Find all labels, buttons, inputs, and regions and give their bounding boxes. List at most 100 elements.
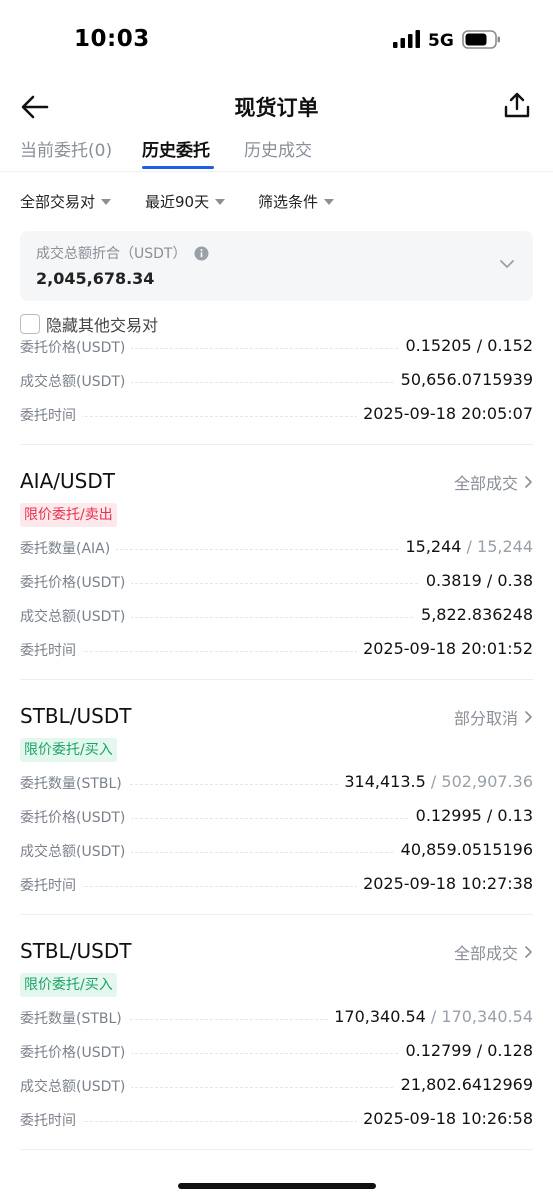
price-value: 0.3819 / 0.38 (419, 571, 533, 590)
order-pair[interactable]: STBL/USDT (20, 704, 131, 728)
status-time: 10:03 (74, 26, 150, 52)
export-icon[interactable] (503, 91, 531, 119)
summary-value: 2,045,678.34 (36, 269, 155, 288)
order-detail-row: 委托价格(USDT) 0.3819 / 0.38 (20, 571, 533, 594)
order-pair[interactable]: STBL/USDT (20, 939, 131, 963)
quantity-value: 15,244 / 15,244 (399, 537, 533, 556)
price-label: 委托价格(USDT) (20, 1042, 132, 1062)
price-value: 0.12799 / 0.128 (399, 1041, 533, 1060)
order-status: 部分取消 (453, 709, 518, 728)
price-label: 委托价格(USDT) (20, 807, 132, 827)
summary-label-row: 成交总额折合（USDT） (36, 243, 209, 263)
order-pair[interactable]: AIA/USDT (20, 469, 115, 493)
quantity-label: 委托数量(STBL) (20, 1008, 128, 1028)
quantity-total: / 15,244 (466, 537, 533, 556)
order-detail-row: 委托价格(USDT) 0.12995 / 0.13 (20, 806, 533, 829)
quantity-filled: 170,340.54 (334, 1007, 426, 1026)
nav-bar: 现货订单 (0, 80, 553, 132)
filter-bar: 全部交易对 最近90天 筛选条件 (0, 188, 553, 216)
total-value: 50,656.0715939 (394, 370, 533, 389)
price-value: 0.15205 / 0.152 (399, 336, 533, 355)
signal-icon (393, 30, 420, 48)
order-detail-row: 委托时间 2025-09-18 20:05:07 (20, 404, 533, 427)
caret-down-icon (324, 198, 335, 205)
quantity-total: / 170,340.54 (430, 1007, 533, 1026)
total-label: 成交总额(USDT) (20, 1076, 132, 1096)
chevron-down-icon[interactable] (499, 258, 515, 270)
order-detail-row: 委托时间 2025-09-18 10:27:38 (20, 874, 533, 897)
chevron-right-icon (525, 711, 532, 723)
tab-order-history[interactable]: 历史委托 (142, 136, 210, 161)
order-detail-row: 成交总额(USDT) 50,656.0715939 (20, 370, 533, 393)
order-divider (20, 444, 533, 445)
active-tab-indicator (142, 166, 214, 169)
order-divider (20, 1149, 533, 1150)
caret-down-icon (101, 198, 112, 205)
order-status: 全部成交 (453, 474, 518, 493)
battery-icon (462, 30, 500, 49)
order-divider (20, 914, 533, 915)
chevron-right-icon (525, 476, 532, 488)
time-filter-dropdown[interactable]: 最近90天 (145, 191, 226, 212)
tab-current-orders[interactable]: 当前委托(0) (20, 136, 112, 161)
order-tabs: 当前委托(0) 历史委托 历史成交 (0, 132, 553, 172)
time-label: 委托时间 (20, 405, 82, 425)
order-detail-row: 委托价格(USDT) 0.15205 / 0.152 (20, 336, 533, 359)
order-detail-row: 委托时间 2025-09-18 10:26:58 (20, 1109, 533, 1132)
price-value: 0.12995 / 0.13 (409, 806, 533, 825)
total-value: 5,822.836248 (415, 605, 533, 624)
order-detail-row: 委托数量(AIA) 15,244 / 15,244 (20, 537, 533, 560)
hide-other-pairs-label: 隐藏其他交易对 (46, 316, 159, 335)
order-status-link[interactable]: 部分取消 (454, 705, 533, 729)
total-label: 成交总额(USDT) (20, 606, 132, 626)
order-type-tag: 限价委托/买入 (20, 738, 117, 762)
summary-label: 成交总额折合（USDT） (36, 246, 187, 262)
chevron-right-icon (525, 946, 532, 958)
hide-other-pairs-checkbox[interactable] (20, 314, 40, 334)
caret-down-icon (215, 198, 226, 205)
order-detail-row: 成交总额(USDT) 40,859.0515196 (20, 840, 533, 863)
conditions-filter-label: 筛选条件 (258, 193, 319, 211)
time-value: 2025-09-18 20:05:07 (357, 404, 533, 423)
page-title: 现货订单 (234, 96, 319, 120)
order-status: 全部成交 (453, 944, 518, 963)
network-label: 5G (428, 31, 454, 51)
conditions-filter-dropdown[interactable]: 筛选条件 (258, 191, 335, 212)
hide-other-pairs-toggle[interactable]: 隐藏其他交易对 (20, 312, 158, 336)
quantity-value: 170,340.54 / 170,340.54 (328, 1007, 533, 1026)
pair-filter-label: 全部交易对 (20, 193, 96, 211)
tab-trade-history[interactable]: 历史成交 (244, 136, 312, 161)
order-status-link[interactable]: 全部成交 (454, 470, 533, 494)
time-label: 委托时间 (20, 640, 82, 660)
order-type-tag: 限价委托/卖出 (20, 503, 117, 527)
home-indicator[interactable] (178, 1183, 376, 1189)
price-label: 委托价格(USDT) (20, 337, 132, 357)
order-detail-row: 委托价格(USDT) 0.12799 / 0.128 (20, 1041, 533, 1064)
pair-filter-dropdown[interactable]: 全部交易对 (20, 191, 112, 212)
time-label: 委托时间 (20, 1110, 82, 1130)
time-value: 2025-09-18 10:26:58 (357, 1109, 533, 1128)
order-detail-row: 委托数量(STBL) 314,413.5 / 502,907.36 (20, 772, 533, 795)
quantity-label: 委托数量(STBL) (20, 773, 128, 793)
order-detail-row: 成交总额(USDT) 5,822.836248 (20, 605, 533, 628)
order-divider (20, 679, 533, 680)
total-label: 成交总额(USDT) (20, 841, 132, 861)
order-type-tag: 限价委托/买入 (20, 973, 117, 997)
time-filter-label: 最近90天 (145, 193, 210, 211)
quantity-total: / 502,907.36 (430, 772, 533, 791)
status-bar: 10:03 5G (0, 0, 553, 80)
total-value: 40,859.0515196 (394, 840, 533, 859)
quantity-label: 委托数量(AIA) (20, 538, 117, 558)
info-icon[interactable] (194, 246, 209, 261)
quantity-filled: 314,413.5 (344, 772, 426, 791)
time-value: 2025-09-18 20:01:52 (357, 639, 533, 658)
order-detail-row: 委托时间 2025-09-18 20:01:52 (20, 639, 533, 662)
price-label: 委托价格(USDT) (20, 572, 132, 592)
summary-card[interactable]: 成交总额折合（USDT） 2,045,678.34 (20, 231, 533, 301)
order-detail-row: 成交总额(USDT) 21,802.6412969 (20, 1075, 533, 1098)
total-value: 21,802.6412969 (394, 1075, 533, 1094)
quantity-filled: 15,244 (405, 537, 462, 556)
time-label: 委托时间 (20, 875, 82, 895)
order-status-link[interactable]: 全部成交 (454, 940, 533, 964)
time-value: 2025-09-18 10:27:38 (357, 874, 533, 893)
